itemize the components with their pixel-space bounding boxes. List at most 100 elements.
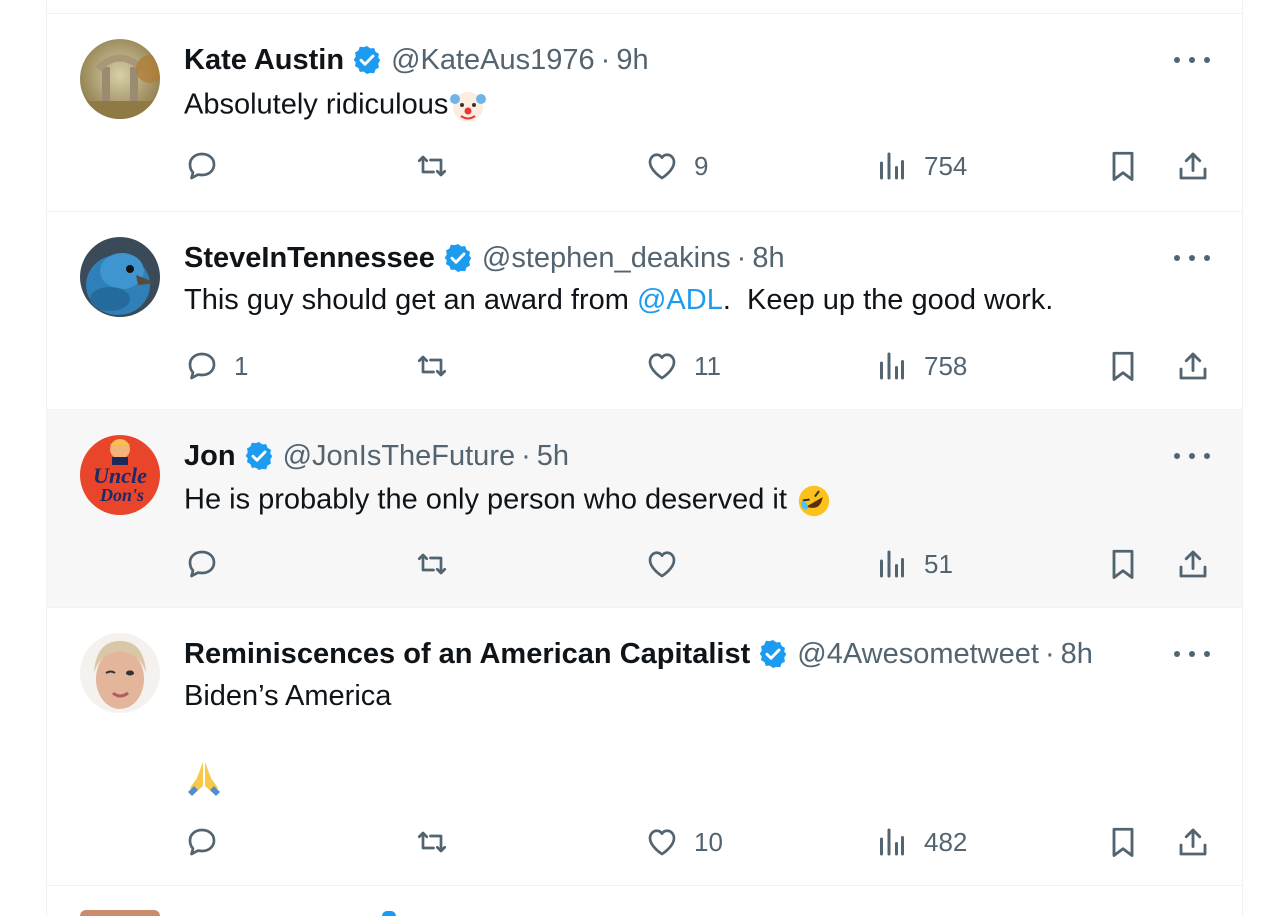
reply-button[interactable]: 1 (184, 346, 248, 386)
retweet-icon (417, 355, 447, 377)
retweet-button[interactable] (414, 544, 464, 584)
like-count: 9 (694, 150, 709, 181)
tweet[interactable]: Reminiscences of an American Capitalist … (47, 608, 1242, 886)
views-button[interactable]: 754 (874, 146, 967, 186)
more-options-icon[interactable] (1174, 246, 1210, 270)
retweet-icon (417, 553, 447, 575)
views-chart-icon (880, 152, 904, 180)
reply-count: 1 (234, 350, 249, 381)
bookmark-button[interactable] (1105, 146, 1141, 186)
share-button[interactable] (1175, 822, 1211, 862)
tweet-text-content: He is probably the only person who deser… (184, 483, 787, 516)
clown-face-icon (450, 92, 487, 122)
share-icon (1179, 352, 1207, 380)
avatar[interactable] (80, 39, 160, 119)
verified-badge-icon (444, 244, 472, 272)
tweet-text-content: This guy should get an award from (184, 284, 637, 316)
bookmark-icon (1112, 827, 1134, 857)
separator-dot: · (600, 43, 611, 76)
views-chart-icon (880, 550, 904, 578)
views-button[interactable]: 51 (874, 544, 953, 584)
share-icon (1179, 828, 1207, 856)
reply-button[interactable] (184, 146, 234, 186)
reply-button[interactable] (184, 544, 234, 584)
avatar[interactable] (80, 237, 160, 317)
tweet-header: Kate Austin @KateAus1976 · 9h (184, 42, 649, 78)
avatar-logo-text: Don's (99, 485, 144, 505)
bookmark-button[interactable] (1105, 346, 1141, 386)
tweet-header: Reminiscences of an American Capitalist … (184, 636, 1093, 672)
heart-icon (648, 551, 676, 578)
bookmark-button[interactable] (1105, 822, 1141, 862)
user-handle[interactable]: @4Awesometweet (797, 638, 1039, 671)
share-button[interactable] (1175, 146, 1211, 186)
like-button[interactable]: 9 (644, 146, 708, 186)
verified-badge-icon (759, 640, 787, 668)
display-name[interactable]: Jon (184, 440, 236, 473)
views-button[interactable]: 758 (874, 346, 967, 386)
timeline-column: Kate Austin @KateAus1976 · 9h Absolutely… (46, 0, 1243, 916)
timestamp[interactable]: 8h (1061, 638, 1093, 671)
more-options-icon[interactable] (1174, 48, 1210, 72)
tweet-header: Jon @JonIsTheFuture · 5h (184, 438, 569, 474)
like-button[interactable]: 11 (644, 346, 721, 386)
tweet-text: Biden’s America (184, 680, 391, 713)
tweet-actions: 9 754 (47, 146, 1242, 186)
timestamp[interactable]: 9h (616, 44, 648, 77)
user-handle[interactable]: @JonIsTheFuture (283, 440, 516, 473)
verified-badge-icon (353, 46, 381, 74)
share-button[interactable] (1175, 346, 1211, 386)
timestamp[interactable]: 5h (537, 440, 569, 473)
tweet-actions: 51 (47, 544, 1242, 584)
share-button[interactable] (1175, 544, 1211, 584)
views-chart-icon (880, 828, 904, 856)
more-options-icon[interactable] (1174, 444, 1210, 468)
reply-icon (188, 550, 216, 578)
tweet-text: He is probably the only person who deser… (184, 482, 833, 520)
reply-icon (188, 152, 216, 180)
view-count: 51 (924, 548, 953, 579)
next-tweet-avatar[interactable] (80, 910, 160, 916)
tweet[interactable]: SteveInTennessee @stephen_deakins · 8h T… (47, 212, 1242, 410)
view-count: 482 (924, 826, 968, 857)
verified-badge-icon (245, 442, 272, 470)
timestamp[interactable]: 8h (752, 242, 784, 275)
separator-dot: · (736, 241, 747, 274)
retweet-button[interactable] (414, 346, 464, 386)
share-icon (1179, 550, 1207, 578)
avatar[interactable]: Uncle Don's (80, 435, 160, 515)
retweet-button[interactable] (414, 146, 464, 186)
more-options-icon[interactable] (1174, 642, 1210, 666)
retweet-button[interactable] (414, 822, 464, 862)
tweet-actions: 1 11 758 (47, 346, 1242, 386)
reply-button[interactable] (184, 822, 234, 862)
heart-icon (648, 353, 676, 380)
bookmark-button[interactable] (1105, 544, 1141, 584)
heart-icon (648, 829, 676, 856)
rolling-on-floor-laughing-icon (798, 485, 830, 517)
heart-icon (648, 153, 676, 180)
user-handle[interactable]: @KateAus1976 (391, 44, 595, 77)
separator-dot: · (521, 439, 531, 472)
bookmark-icon (1112, 151, 1134, 181)
display-name[interactable]: SteveInTennessee (184, 242, 435, 275)
like-button[interactable]: 10 (644, 822, 723, 862)
view-count: 754 (924, 150, 968, 181)
user-handle[interactable]: @stephen_deakins (482, 242, 731, 275)
display-name[interactable]: Reminiscences of an American Capitalist (184, 638, 750, 671)
like-button[interactable] (644, 544, 694, 584)
tweet[interactable]: Kate Austin @KateAus1976 · 9h Absolutely… (47, 14, 1242, 212)
share-icon (1179, 152, 1207, 180)
mention-link[interactable]: @ADL (637, 284, 723, 316)
display-name[interactable]: Kate Austin (184, 44, 344, 77)
tweet[interactable]: Uncle Don's Jon @JonIsTheFuture · 5h He … (47, 410, 1242, 608)
avatar[interactable] (80, 633, 160, 713)
bookmark-icon (1112, 549, 1134, 579)
tweet-text-content: Biden’s America (184, 680, 392, 712)
tweet-text: This guy should get an award from @ADL. … (184, 284, 1053, 317)
like-count: 11 (694, 350, 721, 381)
views-chart-icon (880, 352, 904, 380)
separator-dot: · (1044, 637, 1055, 670)
views-button[interactable]: 482 (874, 822, 967, 862)
reply-icon (188, 352, 216, 380)
